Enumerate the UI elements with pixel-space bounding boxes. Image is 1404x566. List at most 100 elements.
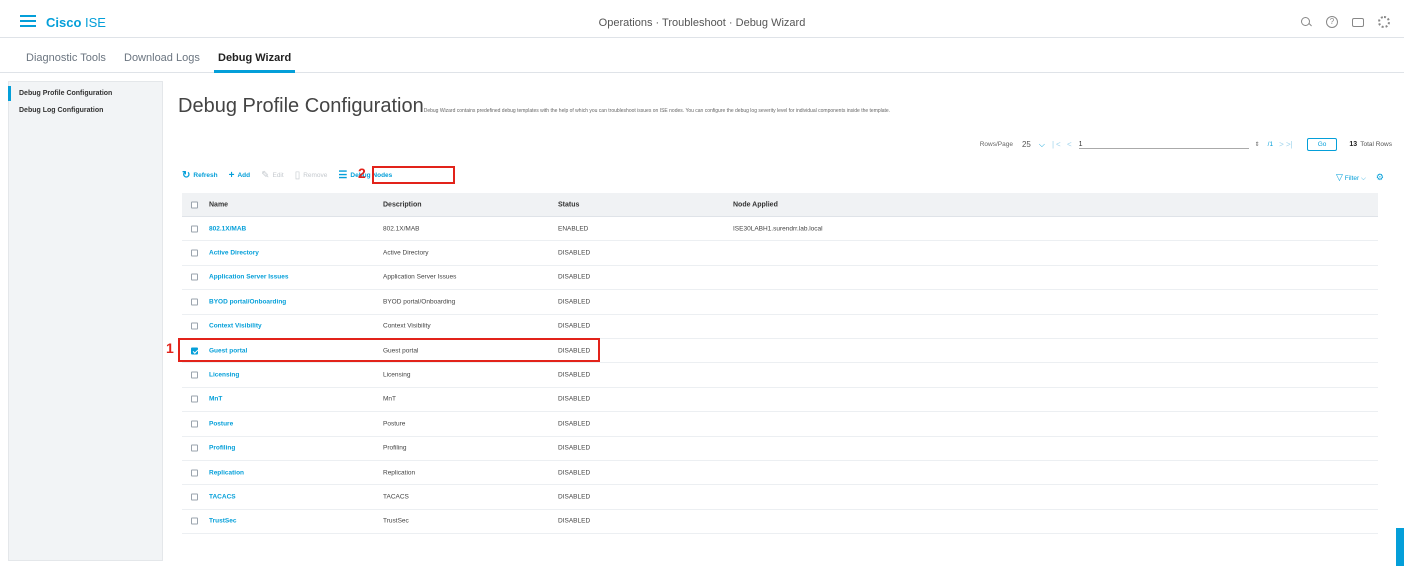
- row-checkbox[interactable]: [191, 371, 198, 379]
- callout-1: 1: [166, 340, 174, 356]
- table-body: 802.1X/MAB 802.1X/MAB ENABLED ISE30LABH1.su…: [178, 217, 1378, 535]
- tab-bar: Diagnostic Tools Download Logs Debug Wiz…: [0, 39, 1404, 73]
- page-title-text: Debug Profile Configuration: [178, 95, 424, 117]
- plus-icon: +: [228, 170, 235, 181]
- profile-status: DISABLED: [558, 395, 591, 403]
- top-bar: Cisco ISE Operations · Troubleshoot · De…: [0, 8, 1404, 38]
- add-button[interactable]: + Add: [229, 170, 250, 181]
- sidebar-item-debug-log-configuration[interactable]: Debug Log Configuration: [19, 107, 103, 114]
- page-count: /1: [1267, 141, 1274, 148]
- profile-status: DISABLED: [558, 273, 591, 281]
- notifications-icon[interactable]: [1352, 18, 1364, 27]
- table-row[interactable]: BYOD portal/Onboarding BYOD portal/Onboar…: [182, 290, 1378, 315]
- profile-status: DISABLED: [558, 493, 591, 501]
- chevron-down-icon[interactable]: ⌵: [1039, 140, 1045, 150]
- profile-description: Context Visibility: [383, 322, 431, 330]
- profile-status: ENABLED: [558, 225, 589, 233]
- node-applied: ISE30LABH1.surendrr.lab.local: [733, 225, 823, 233]
- table-header: Name Description Status Node Applied: [182, 193, 1378, 217]
- go-button[interactable]: Go: [1306, 138, 1338, 151]
- profile-status: DISABLED: [558, 444, 591, 452]
- table-row[interactable]: Active Directory Active Directory DISABLED: [182, 241, 1378, 266]
- table-row[interactable]: MnT MnT DISABLED: [182, 388, 1378, 413]
- callout-2: 2: [358, 165, 366, 181]
- debug-nodes-highlight: [372, 166, 455, 184]
- profile-name-link[interactable]: Profiling: [209, 445, 235, 452]
- profile-status: DISABLED: [558, 371, 591, 379]
- sidebar-item-debug-profile-configuration[interactable]: Debug Profile Configuration: [7, 86, 112, 101]
- edit-icon: ✎: [261, 170, 270, 181]
- tab-debug-wizard[interactable]: Debug Wizard: [213, 52, 296, 73]
- top-icons: ?: [1300, 16, 1390, 28]
- table-toolbar: ↻ Refresh + Add ✎ Edit ▯ Remove ☰ Debug Nodes: [182, 170, 403, 181]
- table-settings-icon[interactable]: ⚙: [1376, 172, 1384, 183]
- page-stepper-icon[interactable]: ⇕: [1255, 141, 1260, 148]
- table-row[interactable]: Posture Posture DISABLED: [182, 412, 1378, 437]
- tab-diagnostic-tools[interactable]: Diagnostic Tools: [26, 52, 106, 64]
- first-previous-page-icons[interactable]: |< <: [1052, 140, 1074, 149]
- profile-name-link[interactable]: Posture: [209, 420, 233, 427]
- page-description: Debug Wizard contains predefined debug t…: [423, 108, 891, 114]
- profile-name-link[interactable]: Application Server Issues: [209, 274, 288, 281]
- profile-description: TACACS: [383, 493, 409, 501]
- page-number-input[interactable]: 1: [1078, 141, 1249, 149]
- profile-status: DISABLED: [558, 469, 591, 477]
- remove-button[interactable]: ▯ Remove: [295, 170, 328, 181]
- profile-description: BYOD portal/Onboarding: [383, 298, 456, 306]
- row-checkbox[interactable]: [191, 420, 198, 428]
- gear-icon[interactable]: [1378, 16, 1390, 28]
- table-row[interactable]: TACACS TACACS DISABLED: [182, 485, 1378, 510]
- table-row[interactable]: Licensing Licensing DISABLED: [182, 363, 1378, 388]
- table-row[interactable]: Context Visibility Context Visibility DISA…: [182, 315, 1378, 339]
- row-checkbox[interactable]: [191, 493, 198, 501]
- profile-name-link[interactable]: MnT: [209, 396, 222, 403]
- trash-icon: ▯: [294, 170, 301, 181]
- debug-profile-table: Name Description Status Node Applied 802…: [178, 193, 1378, 535]
- row-checkbox[interactable]: [191, 517, 198, 525]
- search-icon[interactable]: [1300, 16, 1312, 28]
- profile-name-link[interactable]: TrustSec: [209, 518, 236, 525]
- edit-button[interactable]: ✎ Edit: [261, 170, 284, 181]
- profile-name-link[interactable]: 802.1X/MAB: [209, 225, 246, 232]
- rows-per-page-select[interactable]: 25: [1022, 140, 1031, 149]
- row-checkbox[interactable]: [191, 249, 198, 257]
- pagination: Rows/Page 25 ⌵ |< < 1 ⇕ /1 > >| Go 13 Tot…: [980, 138, 1392, 151]
- refresh-button[interactable]: ↻ Refresh: [182, 170, 218, 181]
- profile-name-link[interactable]: TACACS: [209, 493, 236, 500]
- table-row[interactable]: Application Server Issues Application Ser…: [182, 266, 1378, 291]
- filter-button[interactable]: ▽ Filter ⌵: [1336, 172, 1366, 183]
- profile-status: DISABLED: [558, 298, 591, 306]
- column-header-name[interactable]: Name: [209, 201, 228, 208]
- profile-name-link[interactable]: Context Visibility: [209, 323, 262, 330]
- column-header-status[interactable]: Status: [558, 201, 579, 208]
- next-last-page-icons[interactable]: > >|: [1279, 140, 1293, 149]
- row-checkbox[interactable]: [191, 298, 198, 306]
- row-checkbox[interactable]: [191, 469, 198, 477]
- profile-name-link[interactable]: Licensing: [209, 372, 239, 379]
- row-checkbox[interactable]: [191, 322, 198, 330]
- page-title: Debug Profile ConfigurationDebug Wizard …: [178, 95, 890, 118]
- row-checkbox[interactable]: [191, 444, 198, 452]
- filter-icon: ▽: [1336, 172, 1343, 182]
- table-row[interactable]: Replication Replication DISABLED: [182, 461, 1378, 486]
- help-icon[interactable]: ?: [1326, 16, 1338, 28]
- profile-name-link[interactable]: BYOD portal/Onboarding: [209, 298, 286, 305]
- table-row[interactable]: TrustSec TrustSec DISABLED: [182, 510, 1378, 535]
- table-row[interactable]: Guest portal Guest portal DISABLED: [178, 337, 1378, 364]
- refresh-icon: ↻: [182, 170, 191, 181]
- column-header-node-applied[interactable]: Node Applied: [733, 201, 778, 208]
- profile-description: Licensing: [383, 371, 411, 379]
- table-row[interactable]: 802.1X/MAB 802.1X/MAB ENABLED ISE30LABH1.su…: [182, 217, 1378, 242]
- table-row[interactable]: Profiling Profiling DISABLED: [182, 437, 1378, 461]
- scrollbar-thumb[interactable]: [1396, 528, 1404, 566]
- row-checkbox[interactable]: [191, 395, 198, 403]
- row-checkbox[interactable]: [191, 273, 198, 281]
- profile-status: DISABLED: [558, 517, 591, 525]
- profile-name-link[interactable]: Replication: [209, 469, 244, 476]
- select-all-checkbox[interactable]: [191, 201, 198, 208]
- column-header-description[interactable]: Description: [383, 201, 422, 208]
- tab-download-logs[interactable]: Download Logs: [124, 52, 200, 64]
- row-checkbox[interactable]: [191, 225, 198, 233]
- profile-name-link[interactable]: Active Directory: [209, 250, 259, 257]
- page-breadcrumb-title: Operations · Troubleshoot · Debug Wizard: [598, 17, 806, 29]
